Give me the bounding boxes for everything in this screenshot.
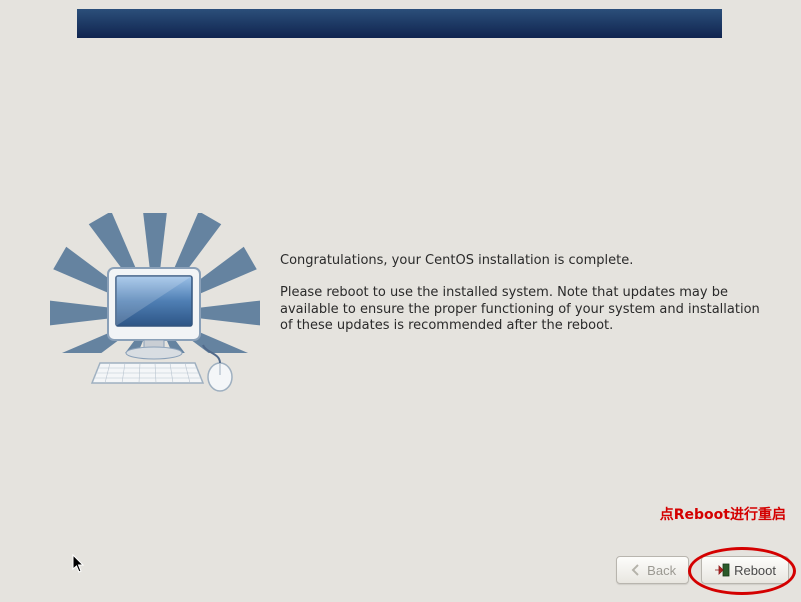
reboot-instructions: Please reboot to use the installed syste… — [280, 285, 770, 334]
monitor-icon — [108, 268, 200, 359]
reboot-button[interactable]: Reboot — [701, 556, 789, 584]
reboot-arrow-icon — [714, 563, 730, 577]
main-content: Congratulations, your CentOS installatio… — [50, 50, 781, 522]
back-button-label: Back — [647, 563, 676, 578]
reboot-button-label: Reboot — [734, 563, 776, 578]
header-banner — [77, 9, 722, 38]
keyboard-icon — [92, 363, 203, 383]
completion-text: Congratulations, your CentOS installatio… — [280, 253, 770, 350]
back-button[interactable]: Back — [616, 556, 689, 584]
mouse-cursor-icon — [72, 554, 86, 574]
arrow-left-icon — [629, 563, 643, 577]
congrats-text: Congratulations, your CentOS installatio… — [280, 253, 770, 269]
nav-buttons: Back Reboot — [616, 556, 789, 584]
annotation-text: 点Reboot进行重启 — [660, 504, 786, 524]
computer-illustration — [50, 213, 260, 413]
